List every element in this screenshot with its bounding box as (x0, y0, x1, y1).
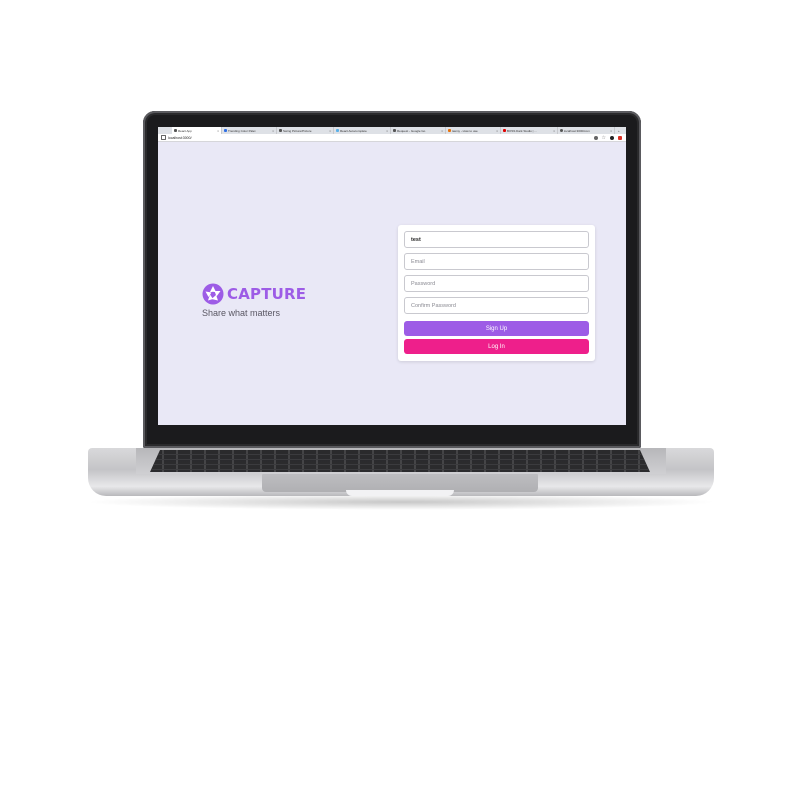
signup-card: Sign Up Log In (398, 225, 595, 361)
laptop-shadow (84, 494, 718, 510)
tab-close-icon[interactable]: × (215, 129, 219, 133)
tab-label: Swing Picture/Picture (283, 128, 312, 133)
share-icon[interactable] (593, 135, 598, 140)
tab-favicon-icon (279, 129, 282, 132)
tab-label: localhost:3000/com (564, 128, 590, 133)
tab-favicon-icon (336, 129, 339, 132)
url-text[interactable]: localhost:3000/ (168, 136, 192, 140)
tab-favicon-icon (560, 129, 563, 132)
browser-tab[interactable]: Trending Color Palet × (222, 127, 277, 134)
tab-label: Request - Google Go (397, 128, 426, 133)
bookmark-star-icon[interactable]: ☆ (602, 135, 606, 140)
tab-label: tasmy - How to use (452, 128, 478, 133)
aperture-logo-icon (202, 283, 224, 305)
tab-close-icon[interactable]: × (494, 129, 498, 133)
browser-tab-bar: React App × Trending Color Palet × Swing… (158, 127, 626, 134)
keyboard-rows (150, 450, 650, 472)
tab-close-icon[interactable]: × (384, 129, 388, 133)
browser-tab[interactable]: React App × (172, 127, 222, 134)
site-info-icon[interactable] (161, 135, 166, 140)
browser-tab[interactable]: BOSS Dark Studio | ... × (501, 127, 558, 134)
extension-icon[interactable] (618, 135, 622, 140)
tab-favicon-icon (174, 129, 177, 132)
brand-block: CAPTURE Share what matters (202, 283, 306, 318)
new-tab-button[interactable]: + (615, 129, 620, 133)
window-controls (158, 127, 172, 134)
tab-label: React Autocomplete (340, 128, 367, 133)
tab-label: Trending Color Palet (228, 128, 256, 133)
address-bar[interactable]: localhost:3000/ ☆ (158, 134, 626, 142)
tab-close-icon[interactable]: × (608, 129, 612, 133)
tab-label: BOSS Dark Studio | ... (507, 128, 537, 133)
tab-close-icon[interactable]: × (439, 129, 443, 133)
laptop-screen: React App × Trending Color Palet × Swing… (158, 127, 626, 425)
tab-favicon-icon (448, 129, 451, 132)
tab-close-icon[interactable]: × (327, 129, 331, 133)
tab-favicon-icon (224, 129, 227, 132)
brand-name: CAPTURE (227, 285, 307, 303)
browser-tab[interactable]: localhost:3000/com × (558, 127, 615, 134)
username-input[interactable] (404, 231, 589, 248)
tab-close-icon[interactable]: × (270, 129, 274, 133)
brand-tagline: Share what matters (202, 308, 281, 318)
lid-notch (346, 490, 454, 496)
password-input[interactable] (404, 275, 589, 292)
tab-label: React App (178, 128, 192, 133)
browser-tab[interactable]: tasmy - How to use × (446, 127, 501, 134)
browser-tab[interactable]: Swing Picture/Picture × (277, 127, 334, 134)
brand-logo-row: CAPTURE (202, 283, 306, 305)
profile-avatar-icon[interactable] (610, 135, 614, 140)
tab-favicon-icon (503, 129, 506, 132)
tab-favicon-icon (393, 129, 396, 132)
toolbar-actions: ☆ (593, 135, 626, 140)
browser-tab[interactable]: Request - Google Go × (391, 127, 446, 134)
browser-tab[interactable]: React Autocomplete × (334, 127, 391, 134)
log-in-button[interactable]: Log In (404, 339, 589, 354)
sign-up-button[interactable]: Sign Up (404, 321, 589, 336)
tab-close-icon[interactable]: × (551, 129, 555, 133)
confirm-password-input[interactable] (404, 297, 589, 314)
email-input[interactable] (404, 253, 589, 270)
